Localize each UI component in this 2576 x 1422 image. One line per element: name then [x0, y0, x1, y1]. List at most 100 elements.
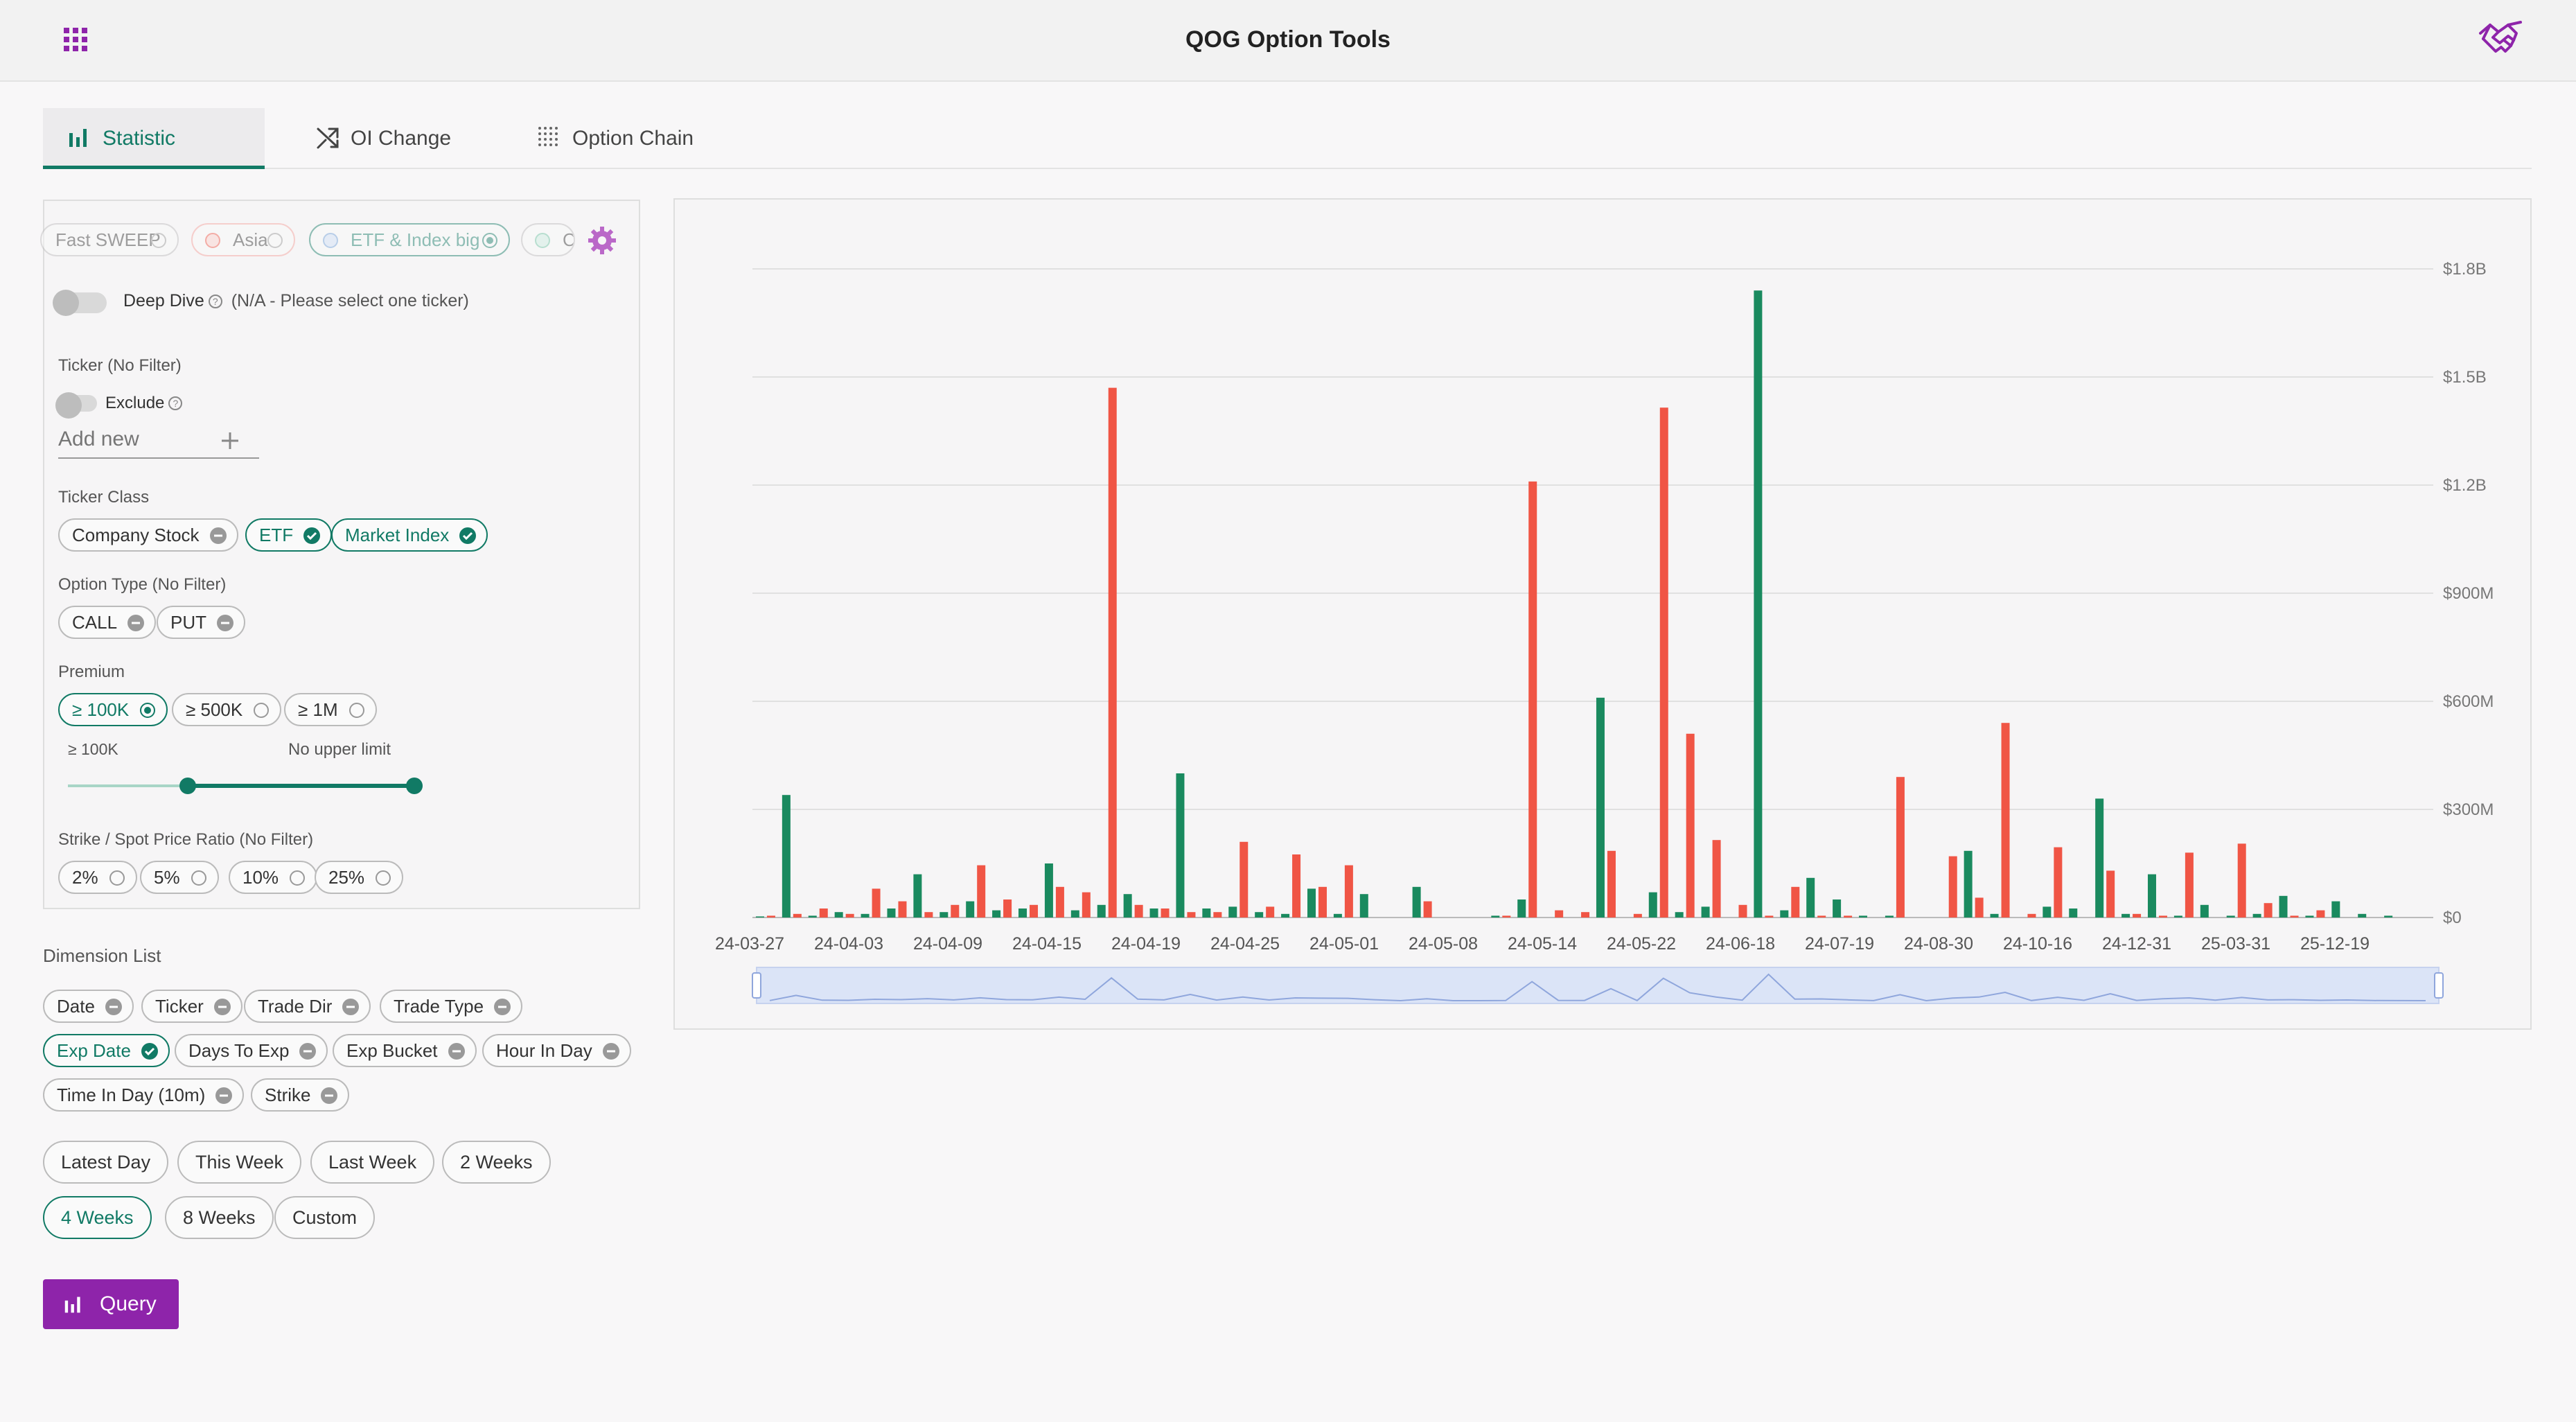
dimension-chip[interactable]: Strike: [251, 1078, 350, 1112]
help-icon[interactable]: ?: [208, 295, 222, 308]
dimension-chip[interactable]: Days To Exp: [175, 1034, 328, 1067]
bar[interactable]: [2252, 913, 2261, 918]
premium-bar-chart[interactable]: $0 $300M $600M $900M $1.2B $1.5B $1.8B 24-03-27…: [675, 200, 2530, 1028]
bar[interactable]: [1517, 899, 1526, 918]
bar[interactable]: [992, 910, 1001, 918]
dimension-chip[interactable]: Exp Date: [43, 1034, 170, 1067]
bar[interactable]: [1097, 904, 1106, 918]
period-button[interactable]: Last Week: [310, 1141, 435, 1184]
bar[interactable]: [1307, 888, 1316, 918]
bar[interactable]: [1213, 912, 1222, 918]
period-button[interactable]: 8 Weeks: [165, 1196, 274, 1239]
bar[interactable]: [1344, 865, 1353, 918]
ticker-input[interactable]: [58, 423, 218, 456]
bar[interactable]: [939, 912, 949, 918]
bar[interactable]: [808, 915, 817, 918]
bar[interactable]: [1596, 697, 1605, 918]
bar[interactable]: [1806, 877, 1815, 918]
bar[interactable]: [1423, 901, 1432, 918]
bar[interactable]: [1791, 886, 1800, 918]
bar[interactable]: [1266, 906, 1275, 918]
bar[interactable]: [898, 901, 907, 918]
bar[interactable]: [1659, 407, 1668, 918]
bar[interactable]: [1255, 912, 1264, 918]
bar[interactable]: [951, 904, 960, 918]
bar[interactable]: [1491, 915, 1500, 918]
bar[interactable]: [2069, 909, 2078, 918]
bar[interactable]: [1412, 886, 1421, 918]
bar[interactable]: [1202, 909, 1211, 918]
bar[interactable]: [1701, 906, 1710, 918]
strike-ratio-chip-25[interactable]: 25%: [315, 861, 404, 894]
bar[interactable]: [1003, 899, 1012, 918]
bar[interactable]: [1581, 912, 1590, 918]
bar[interactable]: [1844, 915, 1853, 918]
bar[interactable]: [1859, 915, 1868, 918]
bar[interactable]: [977, 865, 986, 918]
bar[interactable]: [924, 912, 933, 918]
bar[interactable]: [2358, 913, 2367, 918]
bar[interactable]: [1044, 863, 1053, 918]
bar[interactable]: [2279, 895, 2288, 918]
bar[interactable]: [2237, 843, 2246, 918]
deep-dive-toggle[interactable]: [53, 290, 107, 316]
bar[interactable]: [2331, 901, 2340, 918]
tab-oi-change[interactable]: OI Change: [291, 108, 478, 169]
period-button[interactable]: 4 Weeks: [43, 1196, 152, 1239]
dimension-chip[interactable]: Date: [43, 990, 134, 1023]
bar[interactable]: [1990, 913, 1999, 918]
bar[interactable]: [2158, 915, 2167, 918]
bar[interactable]: [1082, 892, 1091, 918]
bar[interactable]: [2001, 723, 2010, 918]
handshake-logo-icon[interactable]: [2478, 19, 2523, 60]
bar[interactable]: [2027, 913, 2036, 918]
period-button[interactable]: 2 Weeks: [442, 1141, 551, 1184]
bar[interactable]: [2200, 904, 2209, 918]
bar[interactable]: [1555, 910, 1564, 918]
bar[interactable]: [1240, 841, 1249, 918]
bar[interactable]: [1281, 913, 1290, 918]
premium-chip-100k[interactable]: ≥ 100K: [58, 693, 168, 726]
bar[interactable]: [782, 795, 791, 918]
bar[interactable]: [1134, 904, 1143, 918]
bar[interactable]: [1648, 892, 1657, 918]
bar[interactable]: [1607, 850, 1616, 918]
bar[interactable]: [2173, 915, 2182, 918]
bar[interactable]: [2305, 915, 2314, 918]
bar[interactable]: [1502, 915, 1511, 918]
bar[interactable]: [1187, 912, 1196, 918]
bar[interactable]: [1228, 906, 1237, 918]
dimension-chip[interactable]: Hour In Day: [482, 1034, 631, 1067]
bar[interactable]: [2133, 913, 2142, 918]
bar[interactable]: [1686, 733, 1695, 918]
bar[interactable]: [1149, 909, 1158, 918]
bar[interactable]: [1896, 777, 1905, 918]
strike-ratio-chip-10[interactable]: 10%: [229, 861, 318, 894]
preset-chip[interactable]: Fast SWEEP: [40, 223, 179, 256]
bar[interactable]: [1738, 904, 1747, 918]
period-button[interactable]: Latest Day: [43, 1141, 169, 1184]
bar[interactable]: [2185, 852, 2194, 918]
bar[interactable]: [2264, 903, 2273, 918]
strike-ratio-chip-2[interactable]: 2%: [58, 861, 137, 894]
dimension-chip[interactable]: Time In Day (10m): [43, 1078, 245, 1112]
premium-chip-500k[interactable]: ≥ 500K: [172, 693, 282, 726]
bar[interactable]: [1108, 387, 1117, 918]
bar[interactable]: [1333, 913, 1342, 918]
dimension-chip[interactable]: Ticker: [141, 990, 242, 1023]
bar[interactable]: [1070, 910, 1079, 918]
bar[interactable]: [819, 909, 828, 918]
bar[interactable]: [845, 913, 854, 918]
bar[interactable]: [1123, 894, 1132, 918]
bar[interactable]: [1528, 481, 1537, 918]
bar[interactable]: [1318, 886, 1327, 918]
zoom-handle[interactable]: [2434, 972, 2444, 999]
dimension-chip[interactable]: Trade Type: [380, 990, 523, 1023]
bar[interactable]: [2384, 915, 2393, 918]
bar[interactable]: [766, 915, 775, 918]
bar[interactable]: [1833, 899, 1842, 918]
bar[interactable]: [793, 913, 802, 918]
bar[interactable]: [2147, 874, 2156, 918]
bar[interactable]: [1292, 854, 1301, 918]
slider-max-handle[interactable]: [406, 778, 423, 794]
